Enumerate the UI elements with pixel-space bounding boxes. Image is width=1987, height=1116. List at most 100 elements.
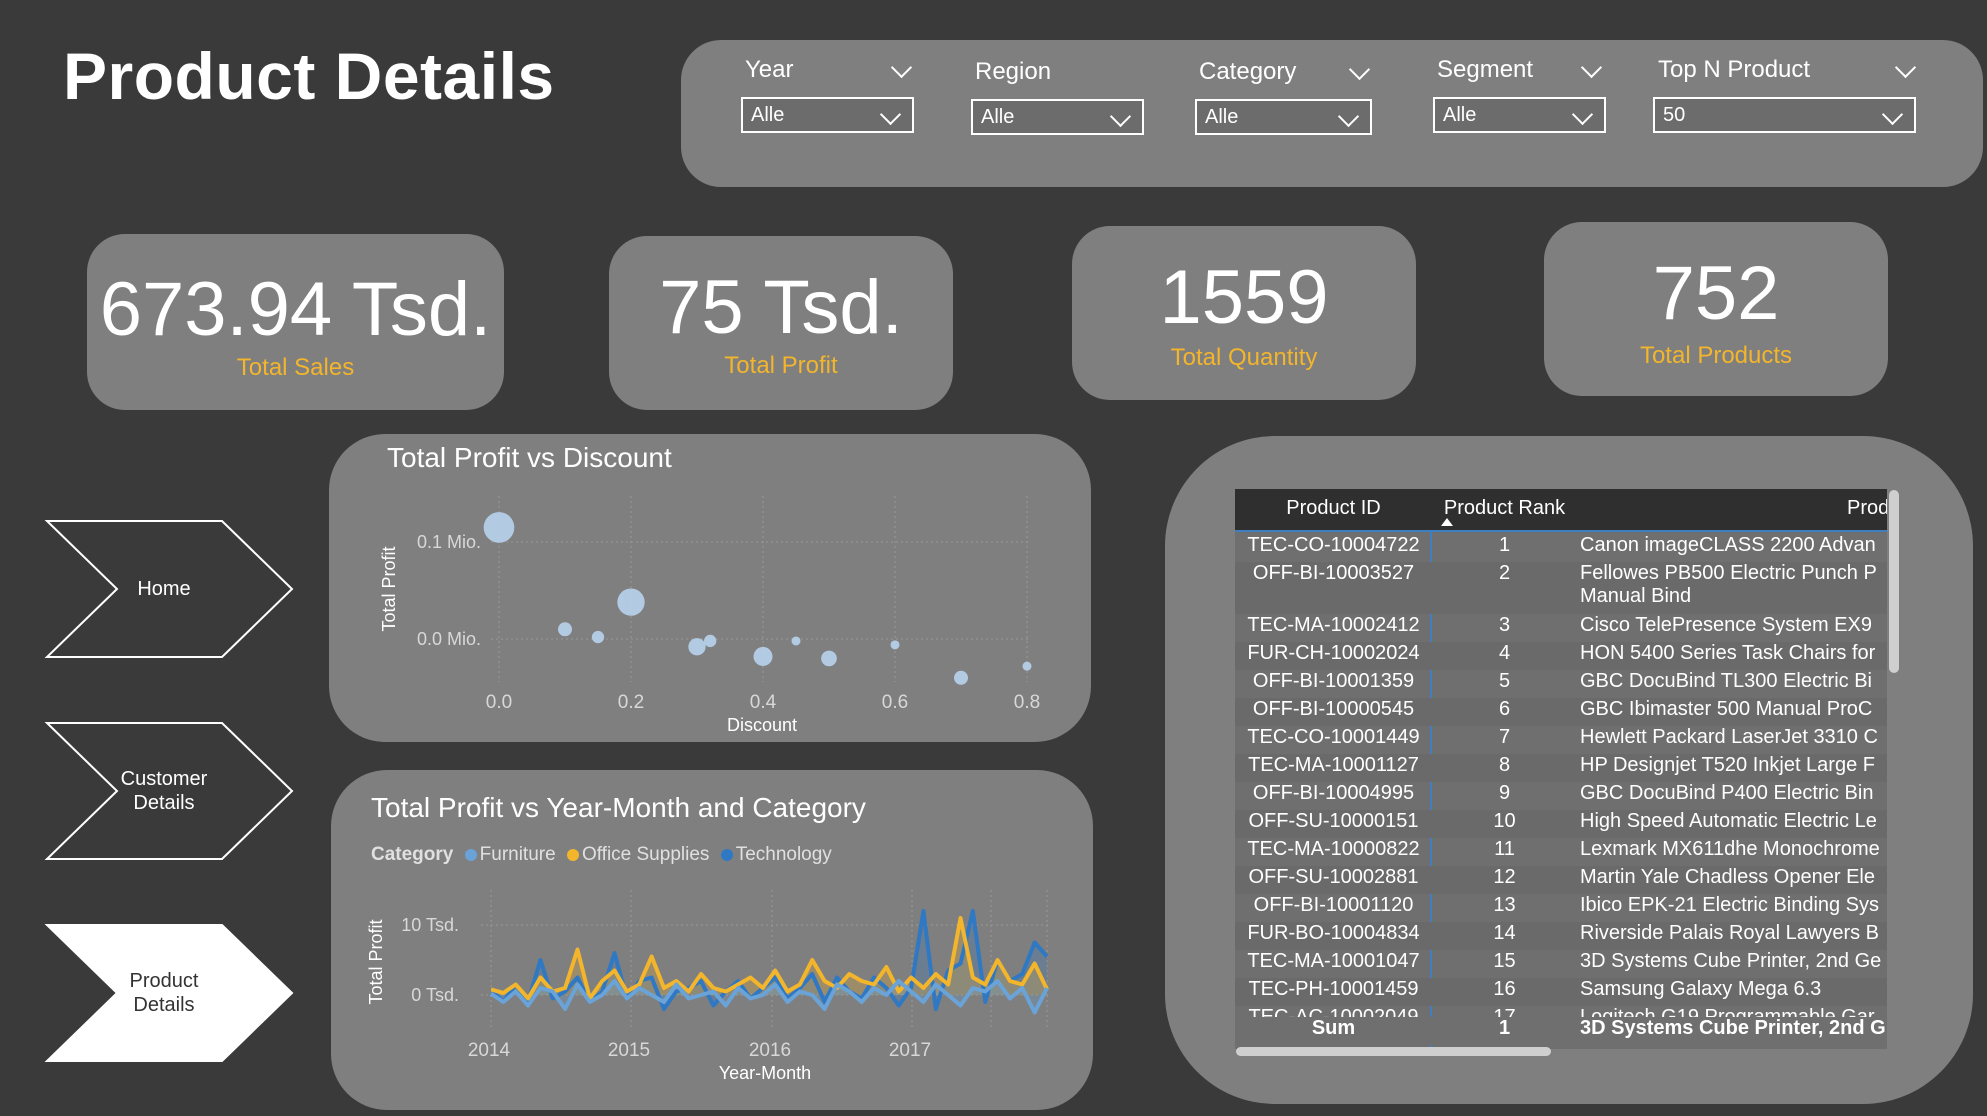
filter-label-year: Year [745,56,794,83]
header-divider [1235,530,1887,532]
table-row[interactable]: OFF-BI-10001359 5 GBC DocuBind TL300 Elect… [1235,670,1887,698]
table-row[interactable]: TEC-CO-10001449 7 Hewlett Packard LaserJet… [1235,726,1887,754]
table-row[interactable]: TEC-CO-10004722 1 Canon imageCLASS 2200 Ad… [1235,534,1887,562]
cell-product-rank: 9 [1498,782,1511,804]
x-tick-label: 2016 [749,1040,791,1061]
nav-product-details-button[interactable]: Product Details [44,922,296,1064]
table-row[interactable]: FUR-CH-10002024 4 HON 5400 Series Task Cha… [1235,642,1887,670]
cell-product-id: FUR-CH-10002024 [1247,642,1420,664]
scatter-point[interactable] [483,512,515,543]
x-axis-label: Year-Month [719,1063,811,1083]
product-table: Product ID Product Rank Prod TEC-CO-1000… [1235,489,1887,1049]
nav-label-line1: Product [129,970,199,992]
chevron-down-icon [1881,103,1904,126]
nav-label-line1: Customer [120,768,208,790]
chevron-down-icon [1337,105,1360,128]
table-row[interactable]: OFF-SU-10002881 12 Martin Yale Chadless Op… [1235,866,1887,894]
nav-customer-details-button[interactable]: Customer Details [44,720,296,862]
scatter-point[interactable] [753,646,773,666]
y-tick-label: 0 Tsd. [411,985,459,1005]
cell-product-name: HP Designjet T520 Inkjet Large F [1580,754,1875,776]
cell-product-id: TEC-MA-10000822 [1247,838,1420,860]
nav-label: Product Details [104,969,224,1017]
cell-product-id: OFF-BI-10003527 [1252,562,1415,584]
cell-product-id: TEC-MA-10001047 [1247,950,1420,972]
table-row[interactable]: TEC-PH-10001459 16 Samsung Galaxy Mega 6.3 [1235,978,1887,1006]
filter-dropdown-year[interactable]: Alle [741,97,914,133]
kpi-label: Total Quantity [1170,344,1318,371]
cell-product-rank: 14 [1493,922,1516,944]
line-chart: 2014 2015 2016 2017 0 Tsd. 10 Tsd. Year-Month T… [366,890,1051,1083]
scatter-point[interactable] [688,638,706,656]
cell-product-name: GBC DocuBind TL300 Electric Bi [1580,670,1872,692]
filter-label-top-n-product: Top N Product [1658,56,1811,83]
cell-product-rank: 2 [1498,562,1511,584]
table-row[interactable]: TEC-MA-10001047 15 3D Systems Cube Printer… [1235,950,1887,978]
table-row[interactable]: OFF-BI-10003527 2 Fellowes PB500 Electric … [1235,562,1887,614]
kpi-label: Total Products [1639,342,1793,369]
table-row[interactable]: FUR-BO-10004834 14 Riverside Palais Royal … [1235,922,1887,950]
filter-dropdown-segment[interactable]: Alle [1433,97,1606,133]
cell-product-id: OFF-SU-10000151 [1248,810,1419,832]
table-row[interactable]: OFF-SU-10000151 10 High Speed Automatic El… [1235,810,1887,838]
vertical-scrollbar[interactable] [1889,490,1899,673]
cell-product-rank: 10 [1493,810,1516,832]
cell-product-id: OFF-SU-10002881 [1248,866,1419,888]
filter-value: Alle [981,106,1015,128]
x-tick-label: 2017 [889,1040,931,1061]
filter-value: Alle [1443,104,1477,126]
page-title: Product Details [63,39,555,113]
scatter-panel: Total Profit vs Discount 0.0 0.2 0.4 0.6 0.8… [329,434,1091,742]
kpi-label: Total Sales [236,354,355,381]
table-row[interactable]: TEC-MA-10000822 11 Lexmark MX611dhe Monoch… [1235,838,1887,866]
table-row[interactable]: TEC-MA-10001127 8 HP Designjet T520 Inkjet… [1235,754,1887,782]
x-tick-label: 2015 [608,1040,650,1061]
cell-product-id: TEC-CO-10004722 [1247,534,1420,556]
kpi-value: 752 [1652,251,1780,336]
cell-product-name: Lexmark MX611dhe Monochrome [1580,838,1880,860]
scatter-point[interactable] [791,636,801,646]
total-name: 3D Systems Cube Printer, 2nd G [1580,1017,1886,1039]
filter-dropdown-top-n-product[interactable]: 50 [1653,97,1916,133]
nav-home-button[interactable]: Home [44,518,296,660]
scatter-point[interactable] [890,640,900,650]
column-header-product-id[interactable]: Product ID [1235,497,1432,520]
table-row[interactable]: OFF-BI-10000545 6 GBC Ibimaster 500 Manual… [1235,698,1887,726]
table-row[interactable]: OFF-BI-10001120 13 Ibico EPK-21 Electric B… [1235,894,1887,922]
horizontal-scrollbar[interactable] [1236,1047,1551,1056]
filter-dropdown-category[interactable]: Alle [1195,99,1372,135]
table-header: Product ID Product Rank Prod [1235,489,1887,530]
kpi-value: 673.94 Tsd. [99,267,492,352]
cell-product-name: Fellowes PB500 Electric Punch P Manual Bi… [1580,562,1877,607]
filter-value: Alle [751,104,785,126]
cell-product-id: TEC-CO-10001449 [1247,726,1420,748]
cell-product-id: TEC-MA-10001127 [1248,754,1419,776]
kpi-card-total-sales: 673.94 Tsd. Total Sales [87,234,504,410]
filter-label-region: Region [975,58,1052,85]
cell-product-name: Hewlett Packard LaserJet 3310 C [1580,726,1878,748]
cell-product-rank: 8 [1498,754,1511,776]
scatter-point[interactable] [704,634,717,648]
scatter-point[interactable] [591,630,605,644]
scatter-point[interactable] [821,650,837,667]
scatter-point[interactable] [954,670,968,685]
y-tick-label: 10 Tsd. [401,915,459,935]
cell-product-name: HON 5400 Series Task Chairs for [1580,642,1876,664]
scatter-point[interactable] [558,622,572,637]
cell-product-id: OFF-BI-10000545 [1252,698,1415,720]
table-row[interactable]: TEC-MA-10002412 3 Cisco TelePresence Syste… [1235,614,1887,642]
scatter-point[interactable] [1022,661,1032,671]
cell-product-rank: 5 [1498,670,1511,692]
y-tick-label: 0.1 Mio. [417,532,481,552]
x-tick-label: 0.0 [486,692,512,713]
column-header-product-name[interactable]: Prod [1847,497,1887,520]
kpi-value: 1559 [1159,255,1329,340]
filter-dropdown-region[interactable]: Alle [971,99,1144,135]
scatter-point[interactable] [617,588,645,616]
kpi-card-total-products: 752 Total Products [1544,222,1888,396]
chevron-down-icon [1571,103,1594,126]
cell-product-rank: 13 [1493,894,1516,916]
table-row[interactable]: OFF-BI-10004995 9 GBC DocuBind P400 Electr… [1235,782,1887,810]
cell-product-name: GBC DocuBind P400 Electric Bin [1580,782,1874,804]
total-rank: 1 [1498,1017,1511,1039]
